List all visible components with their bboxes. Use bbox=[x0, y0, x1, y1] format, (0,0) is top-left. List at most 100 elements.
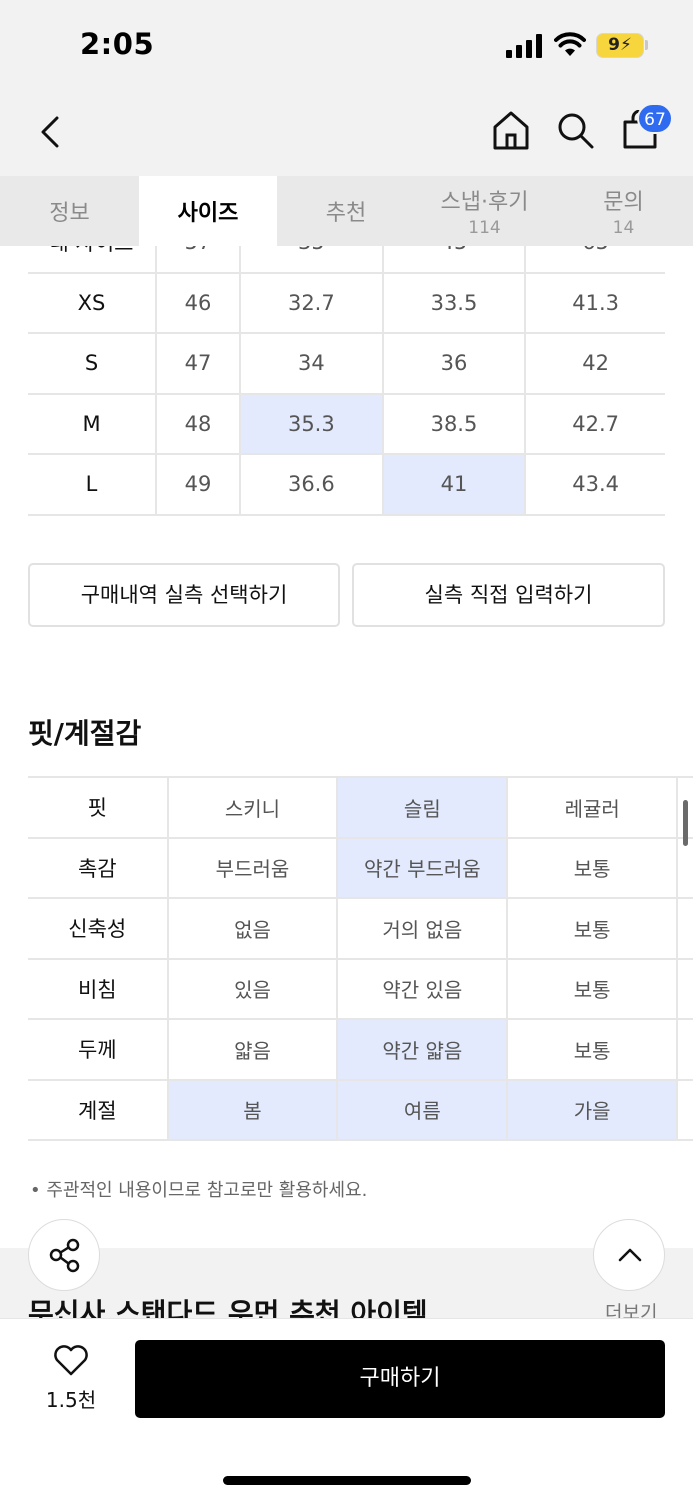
size-cell: 65 bbox=[525, 246, 665, 274]
size-action-buttons: 구매내역 실측 선택하기 실측 직접 입력하기 bbox=[28, 563, 665, 627]
size-cell: 33.5 bbox=[382, 272, 527, 334]
fit-row-label: 신축성 bbox=[28, 898, 169, 960]
size-cell: 35 bbox=[240, 246, 384, 274]
size-cell: 41.3 bbox=[525, 272, 665, 334]
size-cell: 36 bbox=[382, 333, 527, 395]
home-icon[interactable] bbox=[490, 108, 532, 152]
fit-table: 핏스키니슬림레귤러루촉감부드러움약간 부드러움보통약간신축성없음거의 없음보통약… bbox=[28, 776, 693, 1141]
buy-button[interactable]: 구매하기 bbox=[135, 1340, 665, 1418]
share-icon bbox=[49, 1238, 80, 1273]
fit-option-cell: 약간 bbox=[677, 898, 693, 960]
size-cell: 38.5 bbox=[382, 393, 527, 455]
tab-label: 정보 bbox=[49, 201, 90, 226]
size-cell: 49 bbox=[156, 454, 242, 516]
fit-option-cell: 있음 bbox=[167, 958, 339, 1020]
size-cell: 57 bbox=[156, 246, 242, 274]
status-time: 2:05 bbox=[80, 27, 155, 61]
top-navigation bbox=[0, 92, 693, 176]
size-cell: 43.4 bbox=[525, 454, 665, 516]
fit-option-cell: 없음 bbox=[167, 898, 339, 960]
tab-label: 문의 bbox=[603, 190, 644, 215]
direct-size-input-button[interactable]: 실측 직접 입력하기 bbox=[352, 563, 665, 627]
back-icon[interactable] bbox=[30, 110, 70, 154]
size-cell: 47 bbox=[156, 333, 242, 395]
fit-option-cell: 보통 bbox=[507, 1019, 679, 1081]
fit-notice: • 주관적인 내용이므로 참고로만 활용하세요. bbox=[30, 1180, 368, 1201]
size-row: XS 46 32.7 33.5 41.3 bbox=[28, 272, 665, 334]
fit-row: 비침있음약간 있음보통거의 bbox=[28, 958, 693, 1020]
search-icon[interactable] bbox=[555, 110, 595, 150]
size-table-container: 내 사이즈57354565XS4632.733.541.3S47343642M4… bbox=[28, 246, 665, 524]
tab-recommend[interactable]: 추천 bbox=[277, 176, 415, 246]
fit-row: 핏스키니슬림레귤러루 bbox=[28, 777, 693, 839]
fit-option-cell: 여름 bbox=[337, 1079, 509, 1141]
size-row: 내 사이즈57354565 bbox=[28, 246, 665, 274]
fit-option-cell: 가을 bbox=[507, 1079, 679, 1141]
fit-option-cell: 거의 bbox=[677, 958, 693, 1020]
purchase-history-size-button[interactable]: 구매내역 실측 선택하기 bbox=[28, 563, 340, 627]
wifi-icon bbox=[554, 32, 586, 56]
fit-row: 두께얇음약간 얇음보통약간 bbox=[28, 1019, 693, 1081]
cart-count-badge: 67 bbox=[637, 103, 673, 134]
battery-icon: 9⚡ bbox=[596, 33, 644, 58]
fit-row-label: 핏 bbox=[28, 777, 169, 839]
fit-option-cell: 레귤러 bbox=[507, 777, 679, 839]
fit-option-cell: 슬림 bbox=[337, 777, 509, 839]
tab-label: 사이즈 bbox=[177, 201, 239, 226]
fit-option-cell: 거의 없음 bbox=[337, 898, 509, 960]
fit-row-label: 계절 bbox=[28, 1079, 169, 1141]
fit-option-cell: 약간 bbox=[677, 1019, 693, 1081]
fit-option-cell: 봄 bbox=[167, 1079, 339, 1141]
tab-size[interactable]: 사이즈 bbox=[139, 176, 277, 246]
fit-option-cell: 보통 bbox=[507, 837, 679, 899]
fit-row: 신축성없음거의 없음보통약간 bbox=[28, 898, 693, 960]
battery-tip bbox=[645, 40, 648, 50]
tab-label: 스냅·후기 bbox=[440, 190, 529, 215]
tab-count: 14 bbox=[612, 218, 635, 238]
size-row: M 48 35.3 38.5 42.7 bbox=[28, 393, 665, 455]
size-row-label: XS bbox=[28, 272, 157, 334]
fit-option-cell: 얇음 bbox=[167, 1019, 339, 1081]
size-cell: 35.3 bbox=[240, 393, 384, 455]
fit-option-cell: 보통 bbox=[507, 898, 679, 960]
tab-snap-review[interactable]: 스냅·후기 114 bbox=[415, 176, 554, 246]
size-row: S 47 34 36 42 bbox=[28, 333, 665, 395]
horizontal-scroll-thumb[interactable] bbox=[683, 800, 688, 846]
tab-info[interactable]: 정보 bbox=[0, 176, 139, 246]
size-cell: 48 bbox=[156, 393, 242, 455]
size-cell: 36.6 bbox=[240, 454, 384, 516]
size-cell: 46 bbox=[156, 272, 242, 334]
fit-option-cell: 보통 bbox=[507, 958, 679, 1020]
fit-option-cell: 부드러움 bbox=[167, 837, 339, 899]
fit-section-title: 핏/계절감 bbox=[28, 717, 142, 750]
size-cell: 34 bbox=[240, 333, 384, 395]
fit-row-label: 촉감 bbox=[28, 837, 169, 899]
heart-icon bbox=[54, 1345, 88, 1376]
fit-table-container[interactable]: 핏스키니슬림레귤러루촉감부드러움약간 부드러움보통약간신축성없음거의 없음보통약… bbox=[28, 776, 693, 1142]
status-bar: 2:05 9⚡ bbox=[0, 0, 693, 92]
tab-inquiry[interactable]: 문의 14 bbox=[554, 176, 693, 246]
share-button[interactable] bbox=[28, 1219, 100, 1291]
size-row: L 49 36.6 41 43.4 bbox=[28, 454, 665, 516]
tab-label: 추천 bbox=[325, 201, 367, 226]
fit-option-cell: 겨 bbox=[677, 1079, 693, 1141]
fit-option-cell: 스키니 bbox=[167, 777, 339, 839]
fit-row: 계절봄여름가을겨 bbox=[28, 1079, 693, 1141]
scroll-top-button[interactable] bbox=[593, 1219, 665, 1291]
fit-row: 촉감부드러움약간 부드러움보통약간 bbox=[28, 837, 693, 899]
size-row-label: 내 사이즈 bbox=[28, 246, 157, 274]
fit-option-cell: 약간 얇음 bbox=[337, 1019, 509, 1081]
home-indicator bbox=[223, 1476, 471, 1485]
fit-option-cell: 약간 bbox=[677, 837, 693, 899]
chevron-up-icon bbox=[618, 1248, 642, 1262]
like-button[interactable]: 1.5천 bbox=[34, 1340, 108, 1420]
size-cell: 45 bbox=[382, 246, 527, 274]
size-cell: 41 bbox=[382, 454, 527, 516]
size-table: 내 사이즈57354565XS4632.733.541.3S47343642M4… bbox=[28, 246, 665, 516]
fit-row-label: 비침 bbox=[28, 958, 169, 1020]
size-cell: 32.7 bbox=[240, 272, 384, 334]
like-count: 1.5천 bbox=[45, 1388, 97, 1412]
tab-count: 114 bbox=[468, 218, 501, 238]
size-cell: 42 bbox=[525, 333, 665, 395]
fit-row-label: 두께 bbox=[28, 1019, 169, 1081]
